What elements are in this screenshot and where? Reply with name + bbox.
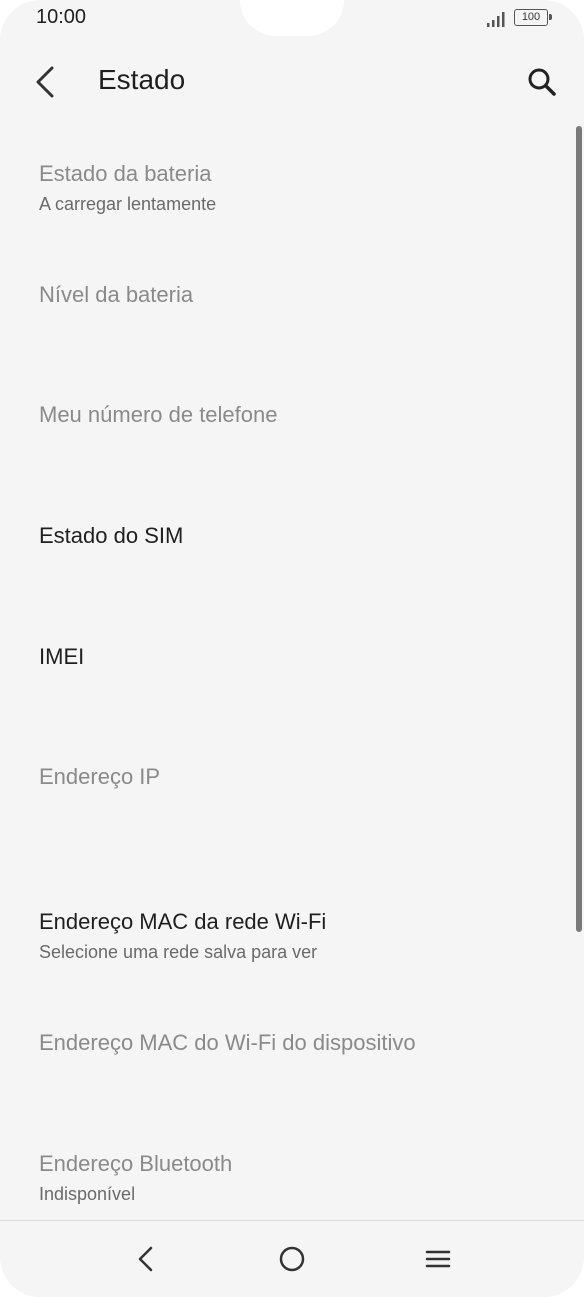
list-item-phone-number[interactable]: Meu número de telefone — [0, 401, 572, 429]
list-item-subtitle: Selecione uma rede salva para ver — [39, 942, 318, 962]
list-item-battery-level[interactable]: Nível da bateria — [0, 281, 572, 309]
status-clock: 10:00 — [36, 6, 87, 28]
list-item-device-wifi-mac[interactable]: Endereço MAC do Wi-Fi do dispositivo — [0, 1029, 572, 1057]
list-item-bluetooth-address[interactable]: Endereço Bluetooth Indisponível — [0, 1150, 572, 1206]
scrollbar[interactable] — [576, 126, 582, 932]
phone-screen: 10:00 100 Estado Estado da bateria A car… — [0, 0, 584, 1297]
battery-icon: 100 — [514, 9, 552, 26]
list-item-wifi-mac[interactable]: Endereço MAC da rede Wi-Fi Selecione uma… — [0, 908, 572, 964]
list-item-subtitle: A carregar lentamente — [39, 194, 217, 214]
list-item-battery-status[interactable]: Estado da bateria A carregar lentamente — [0, 160, 572, 216]
list-item-title: Endereço MAC da rede Wi-Fi — [39, 909, 327, 934]
list-item-title: Meu número de telefone — [39, 402, 278, 427]
search-icon — [528, 68, 556, 96]
navigation-bar — [0, 1220, 584, 1297]
nav-menu-icon — [425, 1250, 451, 1268]
list-item-ip-address[interactable]: Endereço IP — [0, 763, 572, 791]
list-item-sim-status[interactable]: Estado do SIM — [0, 522, 572, 550]
list-item-title: Nível da bateria — [39, 282, 194, 307]
list-item-title: Endereço MAC do Wi-Fi do dispositivo — [39, 1030, 416, 1055]
page-title: Estado — [98, 64, 186, 95]
back-button[interactable] — [28, 62, 64, 102]
list-item-title: Estado do SIM — [39, 523, 184, 548]
back-arrow-icon — [36, 66, 54, 98]
nav-back-button[interactable] — [126, 1239, 166, 1279]
list-item-title: Endereço Bluetooth — [39, 1151, 233, 1176]
list-item-subtitle: Indisponível — [39, 1184, 136, 1204]
list-item-title: Estado da bateria — [39, 161, 212, 186]
nav-back-icon — [138, 1246, 153, 1272]
nav-home-icon — [279, 1246, 305, 1272]
nav-home-button[interactable] — [272, 1239, 312, 1279]
battery-level: 100 — [521, 11, 541, 23]
signal-icon — [487, 12, 505, 27]
list-item-imei[interactable]: IMEI — [0, 643, 572, 671]
list-item-title: IMEI — [39, 644, 85, 669]
nav-menu-button[interactable] — [418, 1239, 458, 1279]
search-button[interactable] — [524, 64, 560, 100]
status-bar: 10:00 100 — [0, 0, 584, 40]
app-bar: Estado — [0, 50, 584, 114]
list-item-title: Endereço IP — [39, 764, 161, 789]
